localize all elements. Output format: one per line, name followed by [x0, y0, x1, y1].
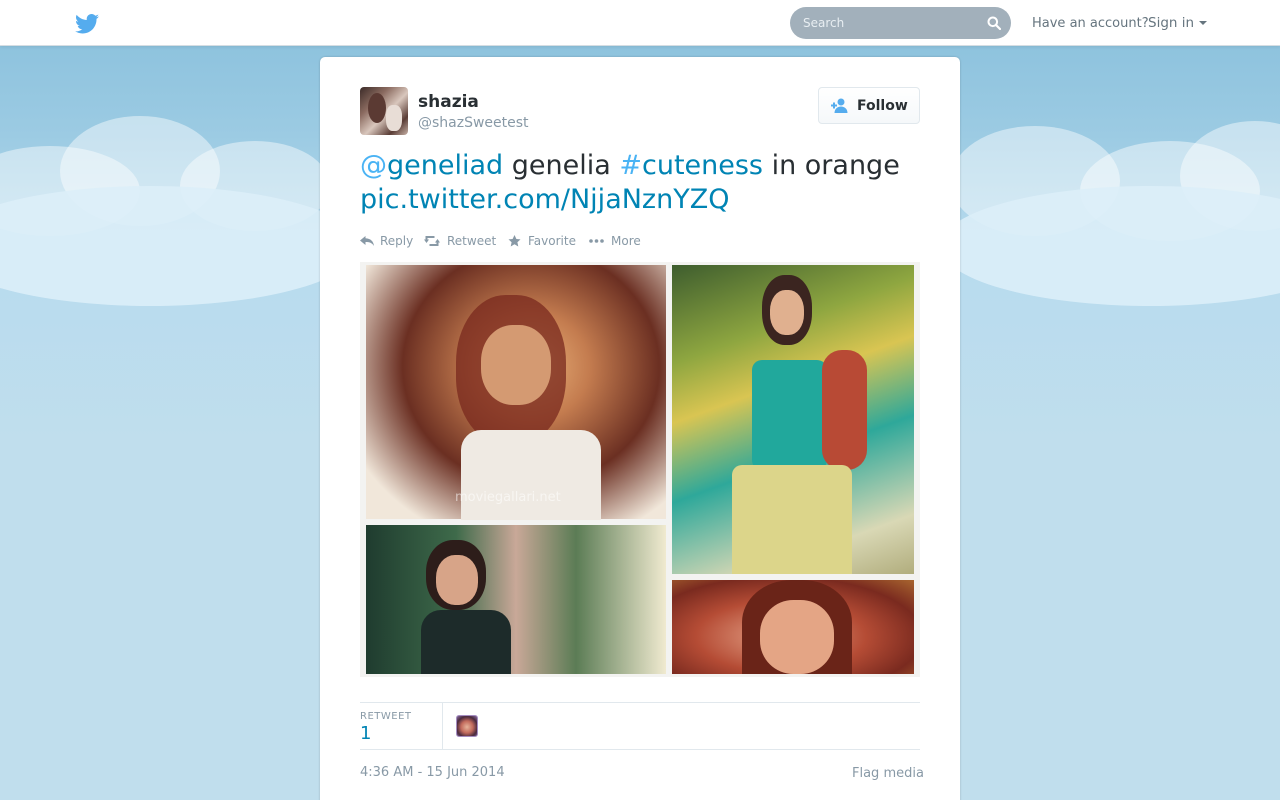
search-input[interactable]	[790, 7, 980, 39]
tweet-text: @geneliad genelia #cuteness in orange pi…	[360, 149, 920, 217]
tweet-text-part: in orange	[763, 150, 900, 181]
tweet-text-part: genelia	[503, 150, 620, 181]
retweet-icon	[424, 236, 440, 246]
star-icon	[508, 235, 521, 247]
more-dots-icon	[589, 239, 604, 243]
tweet-card: shazia @shazSweetest Follow @geneliad ge…	[320, 57, 960, 800]
stats-divider	[442, 703, 443, 749]
photo-standing-pose	[672, 265, 914, 574]
follow-label: Follow	[857, 97, 908, 114]
retweeter-avatar[interactable]	[456, 715, 478, 737]
photo-laughing	[366, 525, 666, 674]
caret-down-icon	[1199, 21, 1208, 25]
top-navigation-bar: Have an account? Sign in	[0, 0, 1280, 46]
reply-icon	[360, 236, 374, 246]
retweet-stat-label: RETWEET	[360, 711, 412, 722]
mention-link[interactable]: @geneliad	[360, 150, 503, 181]
photo-smiling-portrait	[366, 265, 666, 520]
flag-media-link[interactable]: Flag media	[852, 766, 924, 781]
search-icon[interactable]	[987, 16, 1001, 30]
user-screenname[interactable]: @shazSweetest	[418, 115, 529, 131]
media-link[interactable]: pic.twitter.com/NjjaNznYZQ	[360, 184, 729, 215]
tweet-timestamp: 4:36 AM - 15 Jun 2014	[360, 765, 505, 780]
sign-in-dropdown[interactable]: Sign in	[1148, 15, 1208, 31]
tweet-stats: RETWEET 1	[360, 702, 920, 750]
hashtag-link[interactable]: #cuteness	[619, 150, 763, 181]
tweet-media-collage[interactable]: moviegallari.net	[360, 262, 920, 677]
user-fullname[interactable]: shazia	[418, 92, 479, 112]
avatar[interactable]	[360, 87, 408, 135]
photo-closeup-face	[672, 580, 914, 674]
photo-watermark: moviegallari.net	[455, 490, 561, 505]
account-prompt: Have an account?	[1032, 16, 1149, 31]
retweet-count[interactable]: 1	[360, 723, 371, 744]
twitter-bird-icon[interactable]	[75, 14, 99, 34]
follow-button[interactable]: Follow	[818, 87, 920, 124]
add-user-icon	[831, 98, 848, 113]
sign-in-label: Sign in	[1148, 15, 1195, 31]
search-box	[790, 7, 1011, 39]
